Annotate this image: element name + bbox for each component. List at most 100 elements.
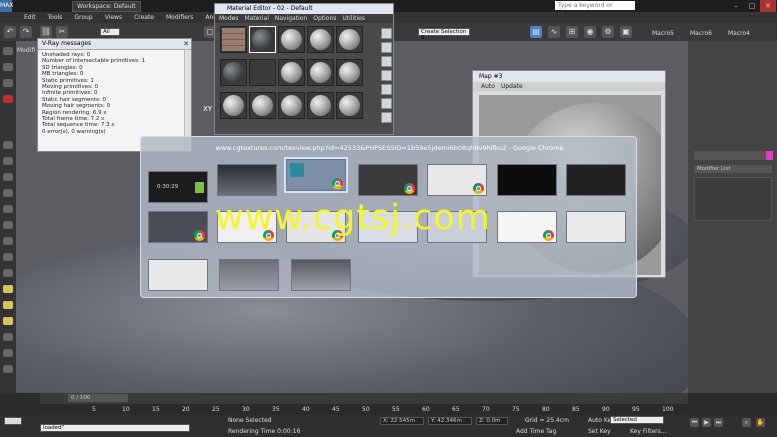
unlink-icon[interactable]: ✂ — [56, 26, 68, 38]
window-thumbnail[interactable]: 0:30:29 — [148, 171, 208, 203]
options-icon[interactable] — [381, 112, 392, 123]
menu-group[interactable]: Group — [74, 14, 92, 21]
update-button[interactable]: Update — [501, 82, 523, 91]
material-slot-active[interactable] — [249, 26, 276, 53]
layer-manager-icon[interactable]: ▤ — [530, 26, 542, 38]
close-icon[interactable]: ✕ — [760, 0, 776, 12]
undo-icon[interactable]: ↶ — [4, 26, 16, 38]
camera-icon[interactable] — [3, 333, 13, 341]
frame-ruler[interactable]: 5 10 15 20 25 30 35 40 45 50 55 60 65 70… — [40, 404, 688, 415]
menu-options[interactable]: Options — [313, 14, 336, 23]
hierarchy-icon[interactable] — [3, 79, 13, 87]
material-slot[interactable] — [278, 92, 305, 119]
pan-icon[interactable]: ✋ — [756, 418, 765, 427]
material-slot[interactable] — [249, 59, 276, 86]
macro5-button[interactable]: Macro5 — [652, 30, 674, 37]
render-setup-icon[interactable]: ⚙ — [602, 26, 614, 38]
window-thumbnail[interactable] — [566, 164, 626, 196]
tool-icon-3[interactable] — [3, 205, 13, 213]
material-editor-icon[interactable]: ◉ — [584, 26, 596, 38]
timeline[interactable]: 0 / 100 5 10 15 20 25 30 35 40 45 50 55 … — [40, 393, 688, 415]
time-slider[interactable]: 0 / 100 — [68, 394, 128, 402]
redo-icon[interactable]: ↷ — [20, 26, 32, 38]
window-thumbnail[interactable] — [148, 259, 208, 291]
menu-navigation[interactable]: Navigation — [275, 14, 307, 23]
window-thumbnail[interactable] — [148, 211, 208, 243]
background-icon[interactable] — [381, 56, 392, 67]
close-icon[interactable]: ✕ — [183, 39, 189, 49]
window-thumbnail[interactable] — [497, 211, 557, 243]
window-thumbnail[interactable] — [566, 211, 626, 243]
menu-tools[interactable]: Tools — [48, 14, 63, 21]
motion-icon[interactable] — [3, 95, 13, 103]
material-slot[interactable] — [307, 26, 334, 53]
helper-icon[interactable] — [3, 349, 13, 357]
maxscript-mini-listener[interactable]: loaded" — [40, 424, 190, 432]
material-slot[interactable] — [220, 92, 247, 119]
minimize-icon[interactable]: – — [728, 0, 744, 12]
go-to-end-icon[interactable]: ⏭ — [714, 418, 723, 427]
space-warp-icon[interactable] — [3, 365, 13, 373]
maxscript-listener-icon[interactable] — [4, 417, 22, 425]
named-selection-dropdown[interactable]: Create Selection S — [418, 28, 470, 41]
y-coordinate-field[interactable]: Y: 42.346m — [428, 417, 472, 425]
material-slot[interactable] — [220, 59, 247, 86]
material-slot[interactable] — [307, 59, 334, 86]
modifier-stack[interactable] — [694, 177, 772, 221]
maximize-icon[interactable]: □ — [744, 0, 760, 12]
object-name-field[interactable] — [694, 151, 772, 160]
material-slot[interactable] — [278, 26, 305, 53]
material-slot[interactable] — [249, 92, 276, 119]
auto-checkbox[interactable]: Auto — [481, 82, 495, 91]
window-thumbnail[interactable] — [497, 164, 557, 196]
make-preview-icon[interactable] — [381, 98, 392, 109]
uv-tiling-icon[interactable] — [381, 70, 392, 81]
x-coordinate-field[interactable]: X: 22.545m — [380, 417, 424, 425]
go-to-start-icon[interactable]: ⏮ — [690, 418, 699, 427]
modify-icon[interactable] — [3, 63, 13, 71]
menu-edit[interactable]: Edit — [24, 14, 36, 21]
curve-editor-icon[interactable]: ∿ — [548, 26, 560, 38]
macro4-button[interactable]: Macro4 — [728, 30, 750, 37]
menu-material[interactable]: Material — [244, 14, 268, 23]
material-slot[interactable] — [220, 26, 247, 53]
render-frame-icon[interactable]: ▣ — [620, 26, 632, 38]
window-thumbnail[interactable] — [427, 164, 487, 196]
window-thumbnail[interactable] — [217, 164, 277, 196]
menu-create[interactable]: Create — [134, 14, 154, 21]
selection-filter-dropdown[interactable]: All — [100, 28, 120, 36]
menu-views[interactable]: Views — [105, 14, 122, 21]
material-slot[interactable] — [278, 59, 305, 86]
menu-modes[interactable]: Modes — [219, 14, 238, 23]
material-slot[interactable] — [336, 26, 363, 53]
key-mode-dropdown[interactable]: Selected — [610, 416, 664, 424]
link-icon[interactable]: ⛓ — [40, 26, 52, 38]
tool-icon-5[interactable] — [3, 237, 13, 245]
backlight-icon[interactable] — [381, 42, 392, 53]
light-icon[interactable] — [3, 285, 13, 293]
utilities-icon[interactable] — [3, 157, 13, 165]
workspace-dropdown[interactable]: Workspace: Default — [72, 0, 141, 12]
menu-utilities[interactable]: Utilities — [342, 14, 365, 23]
window-thumbnail[interactable] — [291, 259, 351, 291]
tool-icon-7[interactable] — [3, 269, 13, 277]
sample-type-icon[interactable] — [381, 28, 392, 39]
window-thumbnail-selected[interactable] — [284, 157, 348, 193]
app-logo-icon[interactable]: MAX — [0, 0, 13, 12]
key-filters-button[interactable]: Key Filters... — [630, 428, 667, 435]
play-icon[interactable]: ▶ — [702, 418, 711, 427]
tool-icon-4[interactable] — [3, 221, 13, 229]
set-key-button[interactable]: Set Key — [588, 428, 611, 435]
material-slot[interactable] — [307, 92, 334, 119]
tool-icon-1[interactable] — [3, 173, 13, 181]
material-slot[interactable] — [336, 59, 363, 86]
add-time-tag-button[interactable]: Add Time Tag — [516, 428, 556, 435]
macro6-button[interactable]: Macro6 — [690, 30, 712, 37]
menu-modifiers[interactable]: Modifiers — [166, 14, 193, 21]
tool-icon-6[interactable] — [3, 253, 13, 261]
zoom-icon[interactable]: ⌕ — [742, 418, 751, 427]
display-icon[interactable] — [3, 141, 13, 149]
z-coordinate-field[interactable]: Z: 0.0m — [476, 417, 508, 425]
modifier-list-dropdown[interactable]: Modifier List — [694, 165, 772, 173]
search-input[interactable]: Type a keyword or phrase — [555, 1, 635, 18]
